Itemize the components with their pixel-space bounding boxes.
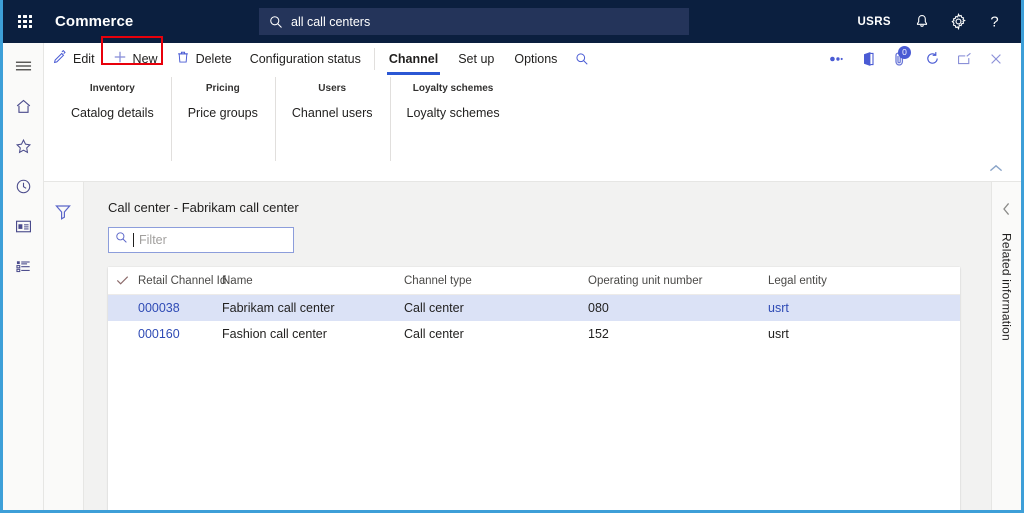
command-search-icon[interactable] — [567, 43, 597, 75]
new-button-container: New — [100, 35, 167, 75]
chevron-up-icon[interactable] — [985, 159, 1007, 177]
tab-set-up-label: Set up — [458, 51, 495, 66]
quick-filter-caret — [133, 233, 134, 247]
button-group-inventory-title: Inventory — [89, 83, 135, 94]
related-information-panel[interactable]: Related information — [991, 182, 1021, 510]
tab-options-label: Options — [514, 51, 558, 66]
table-row[interactable]: 000160 Fashion call center Call center 1… — [108, 321, 960, 347]
new-button-label: New — [132, 51, 158, 66]
delete-button[interactable]: Delete — [167, 43, 241, 75]
cell-retail-channel-id[interactable]: 000160 — [138, 327, 222, 341]
home-icon[interactable] — [6, 91, 40, 121]
filter-strip — [44, 182, 84, 510]
new-button[interactable]: New — [104, 43, 167, 75]
command-bar-divider — [373, 47, 375, 70]
grid-header-row: Retail Channel Id Name Channel type Oper… — [108, 267, 960, 295]
button-group-users-title: Users — [318, 83, 347, 94]
cell-legal-entity: usrt — [768, 301, 789, 315]
global-search-value: all call centers — [291, 14, 371, 29]
column-header-operating-unit-number[interactable]: Operating unit number — [588, 275, 768, 287]
app-launcher-waffle-icon[interactable] — [3, 0, 47, 43]
configuration-status-label: Configuration status — [249, 51, 361, 66]
cell-channel-type: Call center — [404, 301, 464, 315]
navigation-menu-hamburger-icon[interactable] — [6, 51, 40, 81]
edit-button-label: Edit — [73, 51, 95, 66]
plus-new-icon — [113, 50, 127, 67]
tab-channel-label: Channel — [388, 51, 439, 66]
left-navigation-rail — [3, 43, 44, 510]
loyalty-schemes-button[interactable]: Loyalty schemes — [404, 104, 503, 122]
channels-grid: Retail Channel Id Name Channel type Oper… — [108, 267, 960, 510]
search-icon — [115, 231, 128, 249]
app-brand-title: Commerce — [55, 13, 134, 30]
global-search-box[interactable]: all call centers — [259, 8, 689, 35]
recent-clock-icon[interactable] — [6, 171, 40, 201]
commerce-app-window: Commerce all call centers USRS ? Edit Ne… — [0, 0, 1024, 513]
delete-button-label: Delete — [195, 51, 232, 66]
modules-list-icon[interactable] — [6, 251, 40, 281]
select-all-checkmark-icon[interactable] — [116, 275, 138, 286]
favorites-star-icon[interactable] — [6, 131, 40, 161]
button-group-pricing-title: Pricing — [205, 83, 240, 94]
tab-set-up[interactable]: Set up — [448, 43, 504, 75]
price-groups-button[interactable]: Price groups — [185, 104, 261, 122]
command-bar: Edit New Delete Configuration status Cha… — [44, 35, 1021, 75]
button-group-users: Users Channel users — [274, 75, 390, 167]
filter-funnel-icon[interactable] — [53, 202, 75, 224]
quick-filter-placeholder: Filter — [139, 233, 167, 247]
button-group-loyalty-schemes: Loyalty schemes Loyalty schemes — [389, 75, 517, 167]
office-open-icon[interactable] — [853, 43, 883, 75]
column-header-channel-type[interactable]: Channel type — [404, 275, 588, 287]
waffle-grid-glyph — [18, 14, 32, 29]
settings-gear-icon[interactable] — [941, 0, 975, 43]
trash-delete-icon — [176, 50, 190, 67]
cell-retail-channel-id[interactable]: 000038 — [138, 301, 222, 315]
cell-name: Fashion call center — [222, 327, 327, 341]
help-question-icon[interactable]: ? — [977, 0, 1011, 43]
channel-users-button[interactable]: Channel users — [289, 104, 376, 122]
popout-window-icon[interactable] — [949, 43, 979, 75]
button-group-pricing: Pricing Price groups — [170, 75, 275, 167]
configuration-status-button[interactable]: Configuration status — [241, 43, 370, 75]
column-header-legal-entity[interactable]: Legal entity — [768, 275, 888, 287]
cell-name: Fabrikam call center — [222, 301, 335, 315]
page-title: Call center - Fabrikam call center — [108, 200, 299, 215]
content-region: Call center - Fabrikam call center Filte… — [44, 182, 1021, 510]
cell-channel-type: Call center — [404, 327, 464, 341]
column-header-name[interactable]: Name — [222, 275, 404, 287]
action-pane-groups: Inventory Catalog details Pricing Price … — [44, 75, 1021, 167]
button-group-inventory: Inventory Catalog details — [54, 75, 171, 167]
chevron-left-icon[interactable] — [1002, 202, 1011, 221]
pencil-edit-icon — [53, 49, 67, 67]
related-information-label: Related information — [999, 233, 1014, 341]
attachments-count-badge: 0 — [898, 45, 911, 59]
catalog-details-button[interactable]: Catalog details — [68, 104, 157, 122]
list-page-workspace: Call center - Fabrikam call center Filte… — [84, 182, 1021, 510]
svg-text:?: ? — [990, 14, 998, 30]
cell-operating-unit-number: 152 — [588, 327, 609, 341]
close-icon[interactable] — [981, 43, 1011, 75]
attachments-icon[interactable]: 0 — [885, 43, 915, 75]
column-header-retail-channel-id[interactable]: Retail Channel Id — [138, 275, 226, 287]
top-bar-right-group: USRS ? — [857, 0, 1011, 43]
company-selector[interactable]: USRS — [857, 16, 891, 28]
cell-operating-unit-number: 080 — [588, 301, 609, 315]
cell-legal-entity: usrt — [768, 327, 789, 341]
action-pane: Inventory Catalog details Pricing Price … — [44, 75, 1021, 182]
command-bar-right-icons: 0 — [821, 43, 1021, 75]
quick-filter-input[interactable]: Filter — [108, 227, 294, 253]
workspaces-icon[interactable] — [6, 211, 40, 241]
table-row[interactable]: 000038 Fabrikam call center Call center … — [108, 295, 960, 321]
button-group-loyalty-schemes-title: Loyalty schemes — [412, 83, 494, 94]
search-icon — [269, 15, 283, 29]
tab-options[interactable]: Options — [504, 43, 567, 75]
share-link-icon[interactable] — [821, 43, 851, 75]
edit-button[interactable]: Edit — [44, 43, 104, 75]
tab-channel[interactable]: Channel — [379, 43, 448, 75]
refresh-icon[interactable] — [917, 43, 947, 75]
notifications-bell-icon[interactable] — [905, 0, 939, 43]
top-navigation-bar: Commerce all call centers USRS ? — [3, 0, 1021, 43]
